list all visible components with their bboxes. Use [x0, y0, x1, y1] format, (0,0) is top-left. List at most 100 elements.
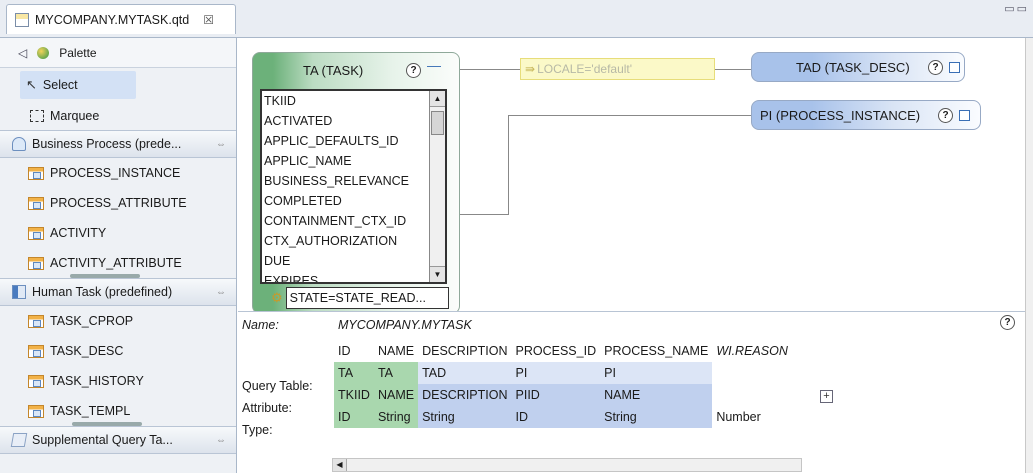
palette-header[interactable]: ◁ Palette	[0, 38, 236, 68]
columns-grid[interactable]: ID NAME DESCRIPTION PROCESS_ID PROCESS_N…	[334, 340, 792, 428]
process-instance-node[interactable]: PI (PROCESS_INSTANCE) ?	[751, 100, 981, 130]
column-row[interactable]: COMPLETED	[262, 191, 445, 211]
grid-cell[interactable]: String	[373, 406, 419, 428]
palette-item-label: TASK_HISTORY	[50, 374, 144, 388]
type-label: Type:	[242, 423, 273, 437]
canvas-vertical-scrollbar[interactable]	[1025, 38, 1033, 473]
column-row[interactable]: BUSINESS_RELEVANCE	[262, 171, 445, 191]
column-row[interactable]: DUE	[262, 251, 445, 271]
palette-item-task-desc[interactable]: TASK_DESC	[0, 336, 236, 366]
editor-tab-title: MYCOMPANY.MYTASK.qtd	[35, 12, 190, 27]
grid-cell[interactable]: PI	[511, 362, 601, 384]
marquee-icon	[30, 110, 44, 122]
diagram-canvas[interactable]: TA (TASK) ? — TKIID ACTIVATED APPLIC_DEF…	[238, 38, 1025, 314]
close-tab-icon[interactable]: ☒	[203, 13, 214, 27]
name-value[interactable]: MYCOMPANY.MYTASK	[338, 318, 472, 332]
editor-tab[interactable]: MYCOMPANY.MYTASK.qtd ☒	[6, 4, 236, 34]
grid-cell[interactable]: String	[418, 406, 512, 428]
column-row[interactable]: TKIID	[262, 91, 445, 111]
locale-condition[interactable]: ⇛ LOCALE='default'	[520, 58, 715, 80]
palette-item-process-instance[interactable]: PROCESS_INSTANCE	[0, 158, 236, 188]
join-line	[460, 214, 508, 215]
business-process-icon	[12, 137, 26, 151]
collapse-palette-icon[interactable]: ◁	[18, 46, 27, 60]
column-header[interactable]: DESCRIPTION	[418, 340, 512, 362]
palette-item-activity[interactable]: ACTIVITY	[0, 218, 236, 248]
supplemental-table-icon	[10, 433, 28, 447]
column-row[interactable]: APPLIC_DEFAULTS_ID	[262, 131, 445, 151]
drawer-label: Supplemental Query Ta...	[32, 433, 173, 447]
column-row[interactable]: APPLIC_NAME	[262, 151, 445, 171]
grid-cell[interactable]: ID	[511, 406, 601, 428]
human-task-icon	[12, 285, 26, 299]
add-column-button[interactable]: +	[820, 390, 833, 403]
task-desc-node[interactable]: TAD (TASK_DESC) ?	[751, 52, 965, 82]
column-row[interactable]: ACTIVATED	[262, 111, 445, 131]
column-header[interactable]: PROCESS_NAME	[600, 340, 713, 362]
grid-cell[interactable]: Number	[712, 406, 792, 428]
name-label: Name:	[242, 318, 279, 332]
attribute-row: TKIID NAME DESCRIPTION PIID NAME	[334, 384, 792, 406]
column-header[interactable]: WI.REASON	[712, 340, 792, 362]
grid-cell[interactable]: ID	[334, 406, 374, 428]
help-icon[interactable]: ?	[1000, 315, 1015, 330]
palette-item-task-cprop[interactable]: TASK_CPROP	[0, 306, 236, 336]
palette-panel: ◁ Palette ↖ Select Marquee Business Proc…	[0, 38, 237, 473]
marquee-tool[interactable]: Marquee	[0, 102, 236, 130]
task-table-node[interactable]: TA (TASK) ? — TKIID ACTIVATED APPLIC_DEF…	[252, 52, 460, 314]
properties-panel: Name: MYCOMPANY.MYTASK ? Query Table: At…	[238, 311, 1025, 473]
grid-cell[interactable]: TAD	[418, 362, 512, 384]
column-header[interactable]: NAME	[373, 340, 419, 362]
grid-cell[interactable]	[712, 384, 792, 406]
grid-cell[interactable]: TA	[373, 362, 419, 384]
select-tool[interactable]: ↖ Select	[20, 71, 136, 99]
column-row[interactable]: EXPIRES	[262, 271, 445, 282]
grid-cell[interactable]	[712, 362, 792, 384]
column-header[interactable]: ID	[334, 340, 374, 362]
grid-cell[interactable]: String	[600, 406, 713, 428]
grid-horizontal-scrollbar[interactable]: ◀	[332, 458, 802, 472]
minimize-maximize-icon[interactable]: ▭▭	[1004, 2, 1029, 15]
scroll-thumb[interactable]	[431, 111, 444, 135]
filter-condition[interactable]: ⚙ STATE=STATE_READ...	[271, 287, 449, 309]
node-title: TAD (TASK_DESC)	[796, 59, 910, 75]
help-icon[interactable]: ?	[406, 63, 421, 78]
pin-drawer-icon[interactable]: ⇔	[216, 139, 226, 150]
palette-item-task-templ[interactable]: TASK_TEMPL	[0, 396, 236, 426]
grid-cell[interactable]: TA	[334, 362, 374, 384]
scroll-left-icon[interactable]: ◀	[333, 459, 347, 471]
expand-icon[interactable]	[949, 61, 960, 73]
column-row[interactable]: CONTAINMENT_CTX_ID	[262, 211, 445, 231]
palette-item-task-history[interactable]: TASK_HISTORY	[0, 366, 236, 396]
palette-item-process-attribute[interactable]: PROCESS_ATTRIBUTE	[0, 188, 236, 218]
palette-title: Palette	[59, 45, 97, 60]
grid-cell[interactable]: NAME	[373, 384, 419, 406]
query-table-row: TA TA TAD PI PI	[334, 362, 792, 384]
help-icon[interactable]: ?	[938, 107, 953, 123]
pin-drawer-icon[interactable]: ⇔	[216, 435, 226, 446]
column-header[interactable]: PROCESS_ID	[511, 340, 601, 362]
drawer-business-process[interactable]: Business Process (prede... ⇔	[0, 130, 236, 158]
column-list[interactable]: TKIID ACTIVATED APPLIC_DEFAULTS_ID APPLI…	[260, 89, 447, 284]
drawer-supplemental[interactable]: Supplemental Query Ta... ⇔	[0, 426, 236, 454]
filter-text[interactable]: STATE=STATE_READ...	[285, 287, 449, 309]
palette-icon	[37, 46, 50, 59]
grid-cell[interactable]: TKIID	[334, 384, 374, 406]
column-row[interactable]: CTX_AUTHORIZATION	[262, 231, 445, 251]
collapse-icon[interactable]: —	[427, 57, 441, 73]
grid-cell[interactable]: NAME	[600, 384, 713, 406]
palette-item-label: TASK_CPROP	[50, 314, 134, 328]
scroll-down-icon[interactable]: ▼	[430, 266, 445, 282]
join-line	[508, 115, 509, 215]
node-title: TA (TASK)	[303, 63, 364, 78]
grid-cell[interactable]: PIID	[511, 384, 601, 406]
palette-item-activity-attribute[interactable]: ACTIVITY_ATTRIBUTE	[0, 248, 236, 278]
drawer-human-task[interactable]: Human Task (predefined) ⇔	[0, 278, 236, 306]
help-icon[interactable]: ?	[928, 59, 943, 75]
expand-icon[interactable]	[959, 109, 970, 121]
scroll-up-icon[interactable]: ▲	[430, 91, 445, 107]
grid-cell[interactable]: DESCRIPTION	[418, 384, 512, 406]
column-list-scrollbar[interactable]: ▲ ▼	[429, 91, 445, 282]
grid-cell[interactable]: PI	[600, 362, 713, 384]
pin-drawer-icon[interactable]: ⇔	[216, 287, 226, 298]
